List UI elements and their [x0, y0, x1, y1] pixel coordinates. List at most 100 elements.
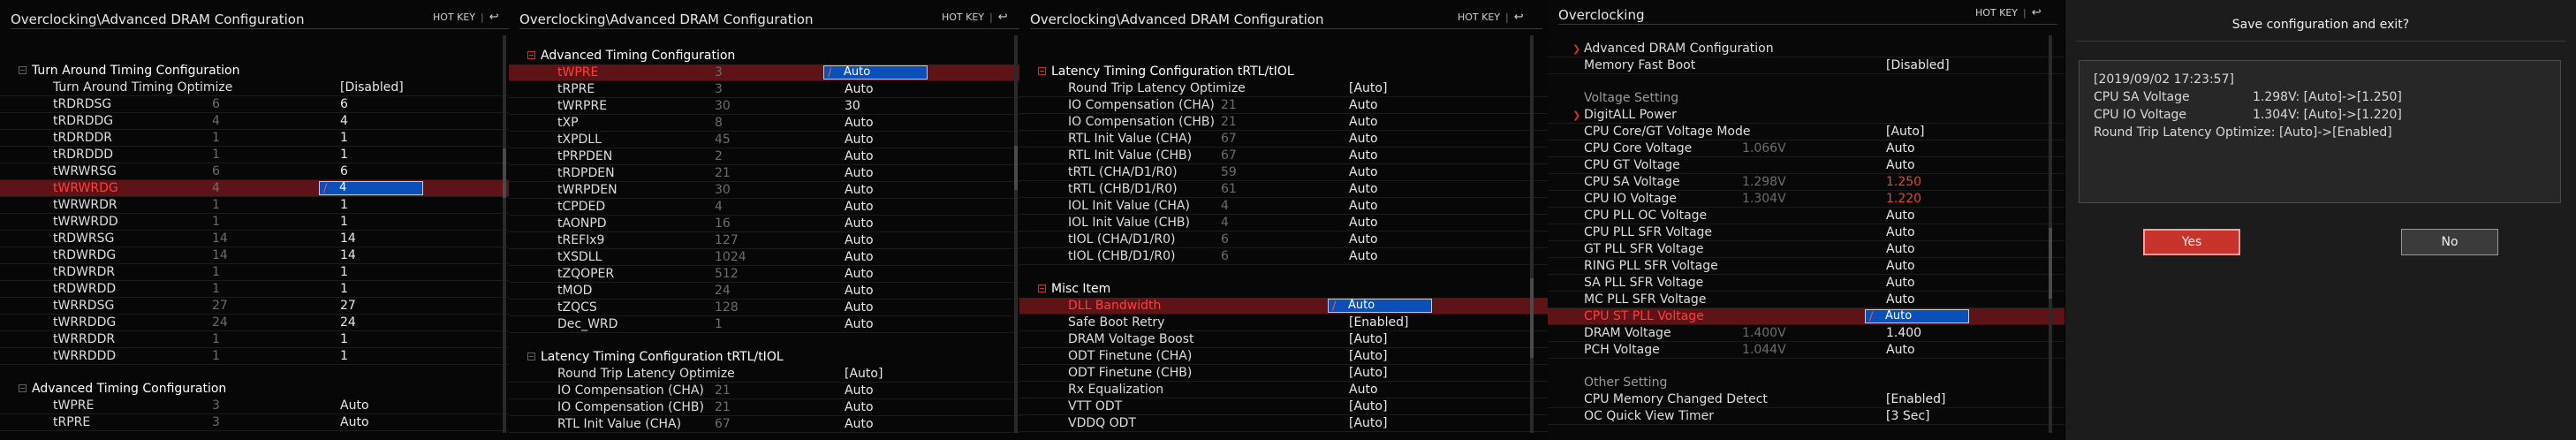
setting-row-vddq-odt[interactable]: VDDQ ODT [Auto] [1019, 415, 1549, 432]
setting-value[interactable]: 27 [340, 298, 356, 315]
setting-row-trdpden[interactable]: tRDPDEN 21 Auto [509, 165, 1027, 182]
setting-row-twrrddr[interactable]: tWRRDDR 1 1 [0, 331, 516, 348]
setting-value[interactable]: [Auto] [1349, 331, 1387, 348]
setting-row-io-compensation-chb[interactable]: IO Compensation (CHB) 21 Auto [1019, 114, 1549, 131]
setting-value[interactable]: [Disabled] [1886, 57, 1950, 74]
setting-value[interactable]: 14 [340, 247, 356, 264]
setting-value[interactable]: Auto [1349, 148, 1378, 164]
collapse-icon[interactable] [19, 65, 27, 74]
setting-value[interactable]: Auto [845, 182, 874, 199]
setting-value[interactable]: Auto [845, 266, 874, 283]
setting-row-tiol-chb-d1-r0[interactable]: tIOL (CHB/D1/R0) 6 Auto [1019, 248, 1549, 265]
setting-row-tzqoper[interactable]: tZQOPER 512 Auto [509, 266, 1027, 283]
setting-row-trtl-cha-d1-r0[interactable]: tRTL (CHA/D1/R0) 59 Auto [1019, 164, 1549, 181]
setting-row-oc-quick-view-timer[interactable]: OC Quick View Timer [3 Sec] [1548, 408, 2065, 425]
setting-row-rtl-init-value-chb[interactable]: RTL Init Value (CHB) 67 Auto [1019, 148, 1549, 164]
setting-value[interactable]: [Auto] [1349, 415, 1387, 432]
setting-value[interactable]: Auto [1886, 258, 1915, 275]
setting-row-cpu-gt-voltage[interactable]: CPU GT Voltage Auto [1548, 157, 2065, 174]
setting-row-gt-pll-sfr-voltage[interactable]: GT PLL SFR Voltage Auto [1548, 241, 2065, 258]
setting-row-trdwrdr[interactable]: tRDWRDR 1 1 [0, 264, 516, 281]
no-button[interactable]: No [2401, 229, 2498, 255]
setting-row-cpu-memory-changed-detect[interactable]: CPU Memory Changed Detect [Enabled] [1548, 391, 2065, 408]
setting-value[interactable]: [Auto] [1886, 124, 1924, 140]
back-icon[interactable]: ↩ [998, 11, 1008, 24]
setting-value[interactable]: [Auto] [1349, 365, 1387, 382]
setting-value[interactable]: [3 Sec] [1886, 408, 1929, 425]
setting-value[interactable]: Auto [845, 115, 874, 132]
setting-row-trpre[interactable]: tRPRE 3 Auto [509, 81, 1027, 98]
setting-value[interactable]: Auto [340, 414, 369, 431]
setting-value[interactable]: 1.400 [1886, 325, 1921, 342]
setting-value[interactable]: 24 [340, 315, 356, 331]
setting-value[interactable]: [Auto] [1349, 398, 1387, 415]
setting-row-vtt-odt[interactable]: VTT ODT [Auto] [1019, 398, 1549, 415]
setting-row-trefix9[interactable]: tREFIx9 127 Auto [509, 232, 1027, 249]
setting-value[interactable]: Auto [1349, 382, 1378, 398]
setting-value[interactable]: 1 [340, 130, 348, 147]
setting-value[interactable]: Auto [1886, 342, 1915, 359]
collapse-icon[interactable] [1038, 66, 1046, 75]
setting-value[interactable]: Auto [1886, 292, 1915, 308]
setting-value[interactable]: [Auto] [845, 366, 883, 383]
collapse-icon[interactable] [527, 352, 535, 360]
setting-value[interactable]: 6 [340, 163, 348, 180]
setting-value[interactable]: Auto [845, 148, 874, 165]
setting-row-cpu-io-voltage[interactable]: CPU IO Voltage 1.304V 1.220 [1548, 191, 2065, 208]
setting-value[interactable]: 1 [340, 348, 348, 365]
setting-row-round-trip-latency-optimize[interactable]: Round Trip Latency Optimize [Auto] [1019, 80, 1549, 97]
scrollbar[interactable] [2049, 35, 2052, 433]
setting-value[interactable]: Auto [1349, 248, 1378, 265]
setting-value[interactable]: Auto [845, 165, 874, 182]
setting-row-digitall-power[interactable]: DigitALL Power [1548, 107, 2065, 124]
hotkey-button[interactable]: HOT KEY [433, 11, 475, 23]
setting-row-dram-voltage[interactable]: DRAM Voltage 1.400V 1.400 [1548, 325, 2065, 342]
setting-value[interactable]: Auto [1349, 181, 1378, 198]
hotkey-button[interactable]: HOT KEY [1975, 7, 2018, 19]
setting-value[interactable]: 6 [340, 96, 348, 113]
setting-row-twrwrdd[interactable]: tWRWRDD 1 1 [0, 214, 516, 231]
scrollbar[interactable] [1530, 35, 1534, 433]
setting-row-sa-pll-sfr-voltage[interactable]: SA PLL SFR Voltage Auto [1548, 275, 2065, 292]
section-header-latency-timing-configuration-trtl-tiol[interactable]: Latency Timing Configuration tRTL/tIOL [509, 349, 1027, 366]
setting-row-dll-bandwidth[interactable]: DLL Bandwidth ∕ Auto [1019, 298, 1549, 315]
setting-value[interactable]: Auto [845, 399, 874, 416]
setting-row-txpdll[interactable]: tXPDLL 45 Auto [509, 132, 1027, 148]
setting-value[interactable]: Auto [1349, 215, 1378, 231]
setting-row-trdrddg[interactable]: tRDRDDG 4 4 [0, 113, 516, 130]
setting-value[interactable]: Auto [340, 398, 369, 414]
setting-row-io-compensation-cha[interactable]: IO Compensation (CHA) 21 Auto [1019, 97, 1549, 114]
hotkey-button[interactable]: HOT KEY [1458, 11, 1500, 23]
setting-value[interactable]: Auto [845, 300, 874, 316]
setting-row-odt-finetune-chb[interactable]: ODT Finetune (CHB) [Auto] [1019, 365, 1549, 382]
section-header-advanced-timing-configuration[interactable]: Advanced Timing Configuration [509, 48, 1027, 64]
setting-row-tprpden[interactable]: tPRPDEN 2 Auto [509, 148, 1027, 165]
setting-row-dram-voltage-boost[interactable]: DRAM Voltage Boost [Auto] [1019, 331, 1549, 348]
collapse-icon[interactable] [527, 50, 535, 59]
scrollbar[interactable] [503, 35, 506, 433]
setting-value[interactable]: 1 [340, 214, 348, 231]
setting-row-rx-equalization[interactable]: Rx Equalization Auto [1019, 382, 1549, 398]
setting-row-ring-pll-sfr-voltage[interactable]: RING PLL SFR Voltage Auto [1548, 258, 2065, 275]
value-edit-field[interactable]: ∕ Auto [823, 65, 928, 80]
setting-row-twpre[interactable]: tWPRE 3 ∕ Auto [509, 64, 1027, 81]
setting-row-round-trip-latency-optimize[interactable]: Round Trip Latency Optimize [Auto] [509, 366, 1027, 383]
back-icon[interactable]: ↩ [1514, 11, 1524, 24]
setting-value[interactable]: 1 [340, 197, 348, 214]
back-icon[interactable]: ↩ [2032, 6, 2042, 19]
setting-value[interactable]: [Auto] [1349, 348, 1387, 365]
setting-value[interactable]: 1.220 [1886, 191, 1921, 208]
setting-row-cpu-core-gt-voltage-mode[interactable]: CPU Core/GT Voltage Mode [Auto] [1548, 124, 2065, 140]
setting-value[interactable]: Auto [1349, 231, 1378, 248]
scrollbar-thumb[interactable] [1530, 278, 1534, 358]
setting-row-tiol-cha-d1-r0[interactable]: tIOL (CHA/D1/R0) 6 Auto [1019, 231, 1549, 248]
setting-value[interactable]: Auto [845, 132, 874, 148]
setting-row-cpu-sa-voltage[interactable]: CPU SA Voltage 1.298V 1.250 [1548, 174, 2065, 191]
setting-row-trdwrdd[interactable]: tRDWRDD 1 1 [0, 281, 516, 298]
setting-row-trdrddr[interactable]: tRDRDDR 1 1 [0, 130, 516, 147]
value-edit-field[interactable]: ∕ Auto [1865, 309, 1969, 323]
setting-row-twrwrsg[interactable]: tWRWRSG 6 6 [0, 163, 516, 180]
setting-row-twrrdsg[interactable]: tWRRDSG 27 27 [0, 298, 516, 315]
setting-row-iol-init-value-chb[interactable]: IOL Init Value (CHB) 4 Auto [1019, 215, 1549, 231]
setting-value[interactable]: 4 [340, 113, 348, 130]
